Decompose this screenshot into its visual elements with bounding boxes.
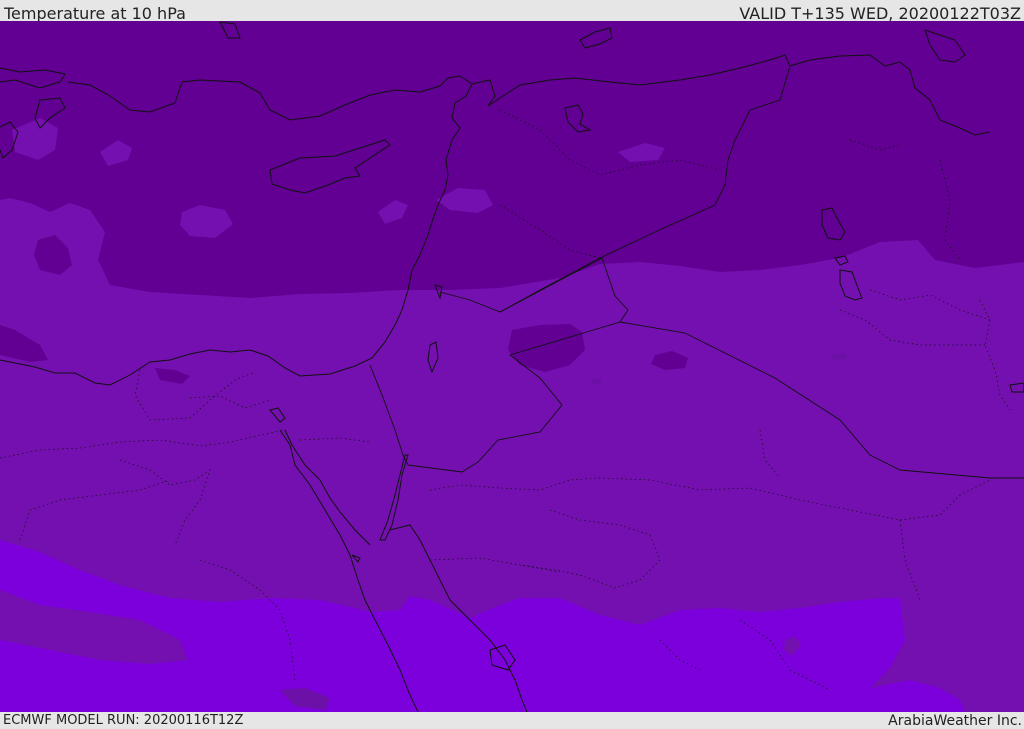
weather-map [0, 21, 1024, 712]
map-svg [0, 21, 1024, 712]
header-bar: Temperature at 10 hPa VALID T+135 WED, 2… [0, 0, 1024, 23]
footer-bar: ECMWF MODEL RUN: 20200116T12Z ArabiaWeat… [0, 712, 1024, 729]
brand-label: ArabiaWeather Inc. [888, 713, 1022, 729]
model-run: ECMWF MODEL RUN: 20200116T12Z [3, 713, 244, 728]
